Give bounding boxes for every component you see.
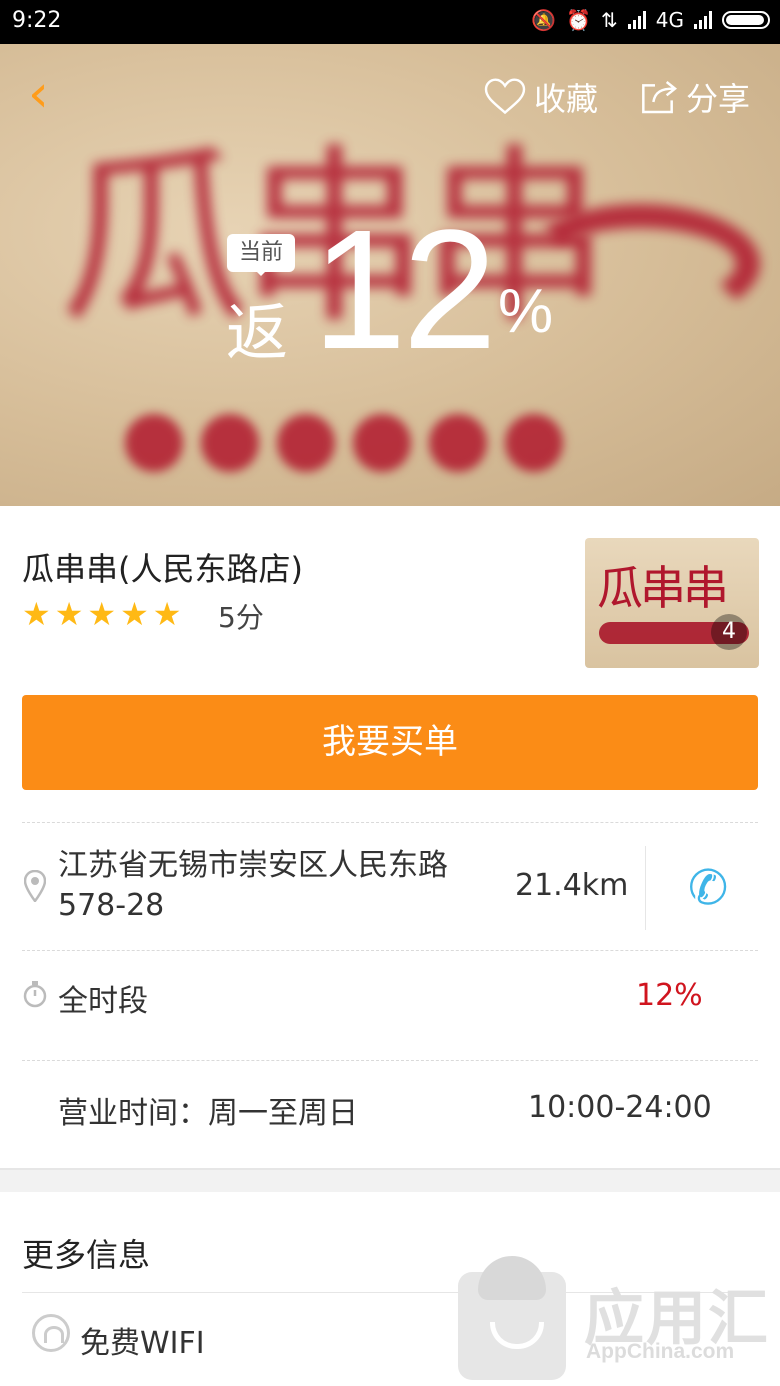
hero-swirl-decoration bbox=[520, 204, 760, 324]
phone-icon: ✆ bbox=[688, 860, 729, 916]
rating-score: 5分 bbox=[218, 601, 264, 634]
divider bbox=[22, 950, 758, 951]
location-pin-icon bbox=[24, 870, 46, 902]
alarm-icon: ⏰ bbox=[566, 8, 591, 32]
signal-icon-2 bbox=[694, 11, 712, 29]
battery-icon bbox=[722, 11, 770, 29]
rebate-unit: % bbox=[498, 277, 554, 346]
status-bar: 9:22 🔕 ⏰ ⇅ 4G bbox=[0, 0, 780, 44]
free-wifi-label: 免费WIFI bbox=[80, 1326, 205, 1361]
watermark-subtitle: AppChina.com bbox=[586, 1340, 735, 1363]
wifi-icon bbox=[32, 1314, 70, 1352]
stopwatch-icon bbox=[23, 981, 47, 1008]
rebate-value: 12 bbox=[312, 195, 497, 385]
star-icon: ★ bbox=[152, 595, 182, 633]
favorite-button[interactable]: 收藏 bbox=[484, 74, 598, 120]
store-hero-image: 瓜串串 ‹ 收藏 分享 当前 返 12 % bbox=[0, 44, 780, 506]
signal-icon bbox=[627, 11, 646, 29]
network-type: 4G bbox=[655, 8, 684, 32]
time-period-rate: 12% bbox=[636, 978, 703, 1013]
business-hours-value: 10:00-24:00 bbox=[528, 1090, 712, 1125]
data-transfer-icon: ⇅ bbox=[601, 8, 618, 32]
more-info-title: 更多信息 bbox=[22, 1236, 151, 1274]
back-button[interactable]: ‹ bbox=[28, 68, 68, 124]
hero-dots-decoration bbox=[125, 414, 563, 472]
star-icon: ★ bbox=[22, 595, 51, 633]
store-distance: 21.4km bbox=[515, 868, 629, 903]
star-icon: ★ bbox=[54, 595, 84, 633]
mute-icon: 🔕 bbox=[531, 8, 557, 32]
star-icon: ★ bbox=[120, 595, 149, 633]
store-address[interactable]: 江苏省无锡市崇安区人民东路578-28 bbox=[58, 846, 488, 926]
status-icons: 🔕 ⏰ ⇅ 4G bbox=[531, 8, 770, 32]
divider bbox=[22, 822, 758, 823]
store-name: 瓜串串(人民东路店) bbox=[22, 550, 303, 588]
pay-bill-button[interactable]: 我要买单 bbox=[22, 695, 758, 790]
share-button[interactable]: 分享 bbox=[640, 74, 750, 120]
rebate-label: 返 bbox=[226, 296, 289, 369]
status-time: 9:22 bbox=[12, 8, 62, 33]
share-label: 分享 bbox=[686, 80, 751, 118]
vertical-divider bbox=[645, 846, 646, 930]
chevron-left-icon: ‹ bbox=[28, 64, 49, 124]
favorite-label: 收藏 bbox=[534, 80, 599, 118]
divider bbox=[22, 1060, 758, 1061]
photo-count-badge: 4 bbox=[711, 614, 747, 650]
heart-icon bbox=[484, 78, 526, 115]
rebate-current-tag: 当前 bbox=[227, 234, 295, 276]
store-photo-thumbnail[interactable]: 瓜串串 4 bbox=[585, 538, 759, 668]
time-period-label: 全时段 bbox=[58, 984, 148, 1019]
appchina-logo-icon bbox=[458, 1256, 566, 1380]
star-rating: ★ ★ ★ ★ ★ bbox=[22, 598, 181, 630]
star-icon: ★ bbox=[87, 595, 117, 633]
share-icon bbox=[642, 81, 678, 114]
business-hours-label: 营业时间：周一至周日 bbox=[58, 1096, 358, 1131]
store-info-card: 瓜串串(人民东路店) ★ ★ ★ ★ ★ 5分 瓜串串 4 我要买单 江苏省无锡… bbox=[0, 506, 780, 1170]
photo-sign-text: 瓜串串 bbox=[597, 561, 729, 615]
call-button[interactable]: ✆ bbox=[688, 860, 728, 916]
